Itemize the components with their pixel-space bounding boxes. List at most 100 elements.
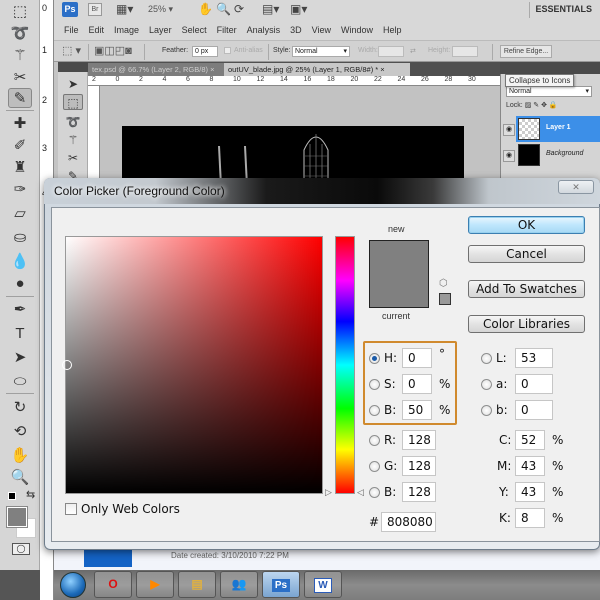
anti-alias-checkbox[interactable]: [224, 47, 231, 54]
taskbar-opera[interactable]: O: [94, 571, 132, 598]
history-brush-tool-icon[interactable]: ✑: [8, 180, 32, 200]
cancel-button[interactable]: Cancel: [468, 245, 585, 263]
blue-input[interactable]: 128: [402, 482, 436, 502]
bridge-launch-button[interactable]: Br: [88, 3, 102, 16]
layer-visibility-eye-icon[interactable]: ◉: [503, 124, 515, 136]
quick-mask-icon[interactable]: ◯: [12, 543, 30, 555]
layer-row-layer-1[interactable]: Layer 1: [516, 116, 600, 142]
radio-saturation[interactable]: [369, 379, 380, 390]
lock-pixels-icon[interactable]: ✎: [533, 102, 539, 109]
healing-brush-tool-icon[interactable]: ✚: [8, 114, 32, 134]
close-tab-icon[interactable]: ×: [210, 65, 214, 74]
layers-panel-header[interactable]: [500, 62, 600, 74]
color-libraries-button[interactable]: Color Libraries: [468, 315, 585, 333]
yellow-input[interactable]: 43: [515, 482, 545, 502]
eraser-tool-icon[interactable]: ▱: [8, 204, 32, 224]
marquee-tool-icon[interactable]: ⬚: [8, 2, 32, 22]
3d-rotate-tool-icon[interactable]: ↻: [8, 398, 32, 418]
selection-mode-buttons[interactable]: ▣◫◰◙: [94, 44, 132, 57]
view-extras-icon[interactable]: ▦▾: [116, 2, 133, 16]
rotate-view-icon[interactable]: ⟳: [234, 2, 244, 16]
brightness-input[interactable]: 50: [402, 400, 432, 420]
hand-tool-icon[interactable]: ✋: [8, 446, 32, 466]
tool-preset-picker[interactable]: ⬚ ▾: [62, 44, 81, 57]
ok-button[interactable]: OK: [468, 216, 585, 234]
radio-brightness[interactable]: [369, 405, 380, 416]
menu-layer[interactable]: Layer: [149, 25, 172, 35]
color-field-marker[interactable]: [62, 360, 72, 370]
start-button[interactable]: [60, 572, 86, 598]
crop-tool-icon[interactable]: ✂: [63, 150, 83, 166]
taskbar-messenger[interactable]: 👥: [220, 571, 258, 598]
blend-mode-select[interactable]: Normal ▾: [506, 86, 592, 97]
document-canvas[interactable]: [122, 126, 464, 187]
layer-row-background[interactable]: Background: [516, 142, 600, 168]
close-tab-icon[interactable]: ×: [380, 65, 384, 74]
height-input[interactable]: [452, 46, 478, 57]
ellipse-tool-icon[interactable]: ⬭: [8, 372, 32, 392]
tab-outuv-blade[interactable]: outUV_blade.jpg @ 25% (Layer 1, RGB/8#) …: [224, 63, 410, 76]
saturation-input[interactable]: 0: [402, 374, 432, 394]
hand-icon[interactable]: ✋: [198, 2, 213, 16]
arrange-documents-icon[interactable]: ▤▾: [262, 2, 279, 16]
menu-help[interactable]: Help: [383, 25, 402, 35]
radio-hue[interactable]: [369, 353, 380, 364]
lock-position-icon[interactable]: ✥: [541, 102, 547, 109]
magic-wand-tool-icon[interactable]: ⚚: [63, 132, 83, 148]
cyan-input[interactable]: 52: [515, 430, 545, 450]
default-colors-icon[interactable]: [8, 492, 16, 500]
lasso-tool-icon[interactable]: ➰: [8, 24, 32, 44]
radio-red[interactable]: [369, 435, 380, 446]
foreground-color-swatch[interactable]: [6, 506, 28, 528]
taskbar-word[interactable]: W: [304, 571, 342, 598]
workspace-switcher[interactable]: ESSENTIALS: [535, 4, 592, 14]
menu-image[interactable]: Image: [114, 25, 139, 35]
hex-input[interactable]: 808080: [381, 512, 436, 532]
zoom-level-dropdown[interactable]: 25% ▾: [148, 4, 173, 15]
lab-a-input[interactable]: 0: [515, 374, 553, 394]
add-to-swatches-button[interactable]: Add To Swatches: [468, 280, 585, 298]
magic-wand-tool-icon[interactable]: ⚚: [8, 46, 32, 66]
width-input[interactable]: [378, 46, 404, 57]
swap-colors-icon[interactable]: ⇆: [26, 488, 35, 501]
crop-tool-icon[interactable]: ✂: [8, 68, 32, 88]
style-select[interactable]: Normal ▾: [292, 46, 350, 57]
menu-edit[interactable]: Edit: [89, 25, 105, 35]
screen-mode-icon[interactable]: ▣▾: [290, 2, 307, 16]
hue-slider-handle-right[interactable]: ◁: [357, 487, 364, 498]
layer-visibility-eye-icon[interactable]: ◉: [503, 150, 515, 162]
pen-tool-icon[interactable]: ✒: [8, 300, 32, 320]
clone-stamp-tool-icon[interactable]: ♜: [8, 158, 32, 178]
radio-lab-b[interactable]: [481, 405, 492, 416]
radio-green[interactable]: [369, 461, 380, 472]
lock-all-icon[interactable]: 🔒: [549, 102, 558, 109]
taskbar-photoshop[interactable]: Ps: [262, 571, 300, 598]
radio-blue[interactable]: [369, 487, 380, 498]
lock-transparency-icon[interactable]: ▨: [525, 102, 532, 109]
menu-3d[interactable]: 3D: [290, 25, 302, 35]
menu-window[interactable]: Window: [341, 25, 373, 35]
feather-input[interactable]: 0 px: [192, 46, 218, 57]
path-selection-tool-icon[interactable]: ➤: [8, 348, 32, 368]
paint-bucket-tool-icon[interactable]: ⛀: [8, 228, 32, 248]
green-input[interactable]: 128: [402, 456, 436, 476]
current-color-swatch[interactable]: [370, 274, 428, 307]
hue-slider-handle-left[interactable]: ▷: [325, 487, 332, 498]
web-safe-swatch[interactable]: [439, 293, 451, 305]
color-field[interactable]: [65, 236, 323, 494]
zoom-icon[interactable]: 🔍: [216, 2, 231, 16]
marquee-tool-icon[interactable]: ⬚: [63, 94, 83, 110]
move-tool-icon[interactable]: ➤: [63, 76, 83, 92]
3d-orbit-tool-icon[interactable]: ⟲: [8, 422, 32, 442]
taskbar-explorer[interactable]: ▤: [178, 571, 216, 598]
web-safe-cube-icon[interactable]: ⬡: [439, 278, 448, 289]
lasso-tool-icon[interactable]: ➰: [63, 114, 83, 130]
blur-tool-icon[interactable]: 💧: [8, 252, 32, 272]
brush-tool-icon[interactable]: ✐: [8, 136, 32, 156]
type-tool-icon[interactable]: T: [8, 324, 32, 344]
black-input[interactable]: 8: [515, 508, 545, 528]
zoom-tool-icon[interactable]: 🔍: [8, 468, 32, 488]
close-button[interactable]: ✕: [558, 180, 594, 194]
lab-b-input[interactable]: 0: [515, 400, 553, 420]
eyedropper-tool-icon[interactable]: ✎: [8, 88, 32, 108]
